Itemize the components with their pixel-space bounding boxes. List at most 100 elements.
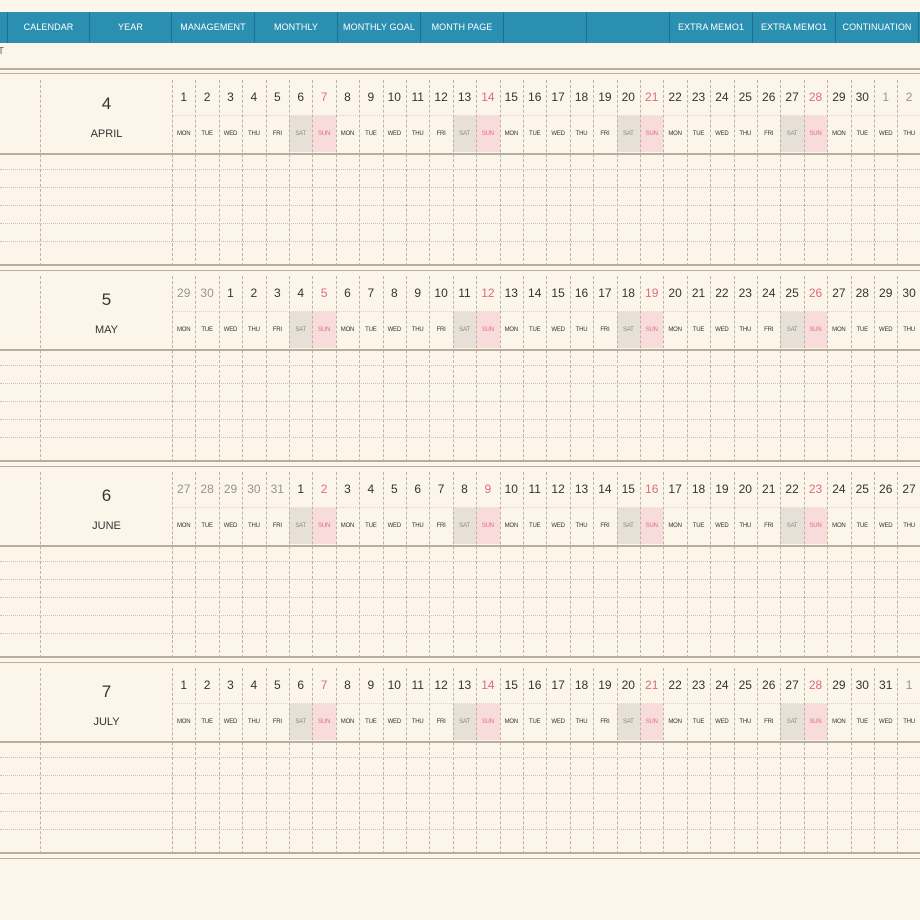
day-column[interactable]: 20 MON [663,276,686,462]
day-column[interactable]: 18 TUE [686,472,710,658]
nav-tab-blank-0[interactable] [0,12,8,43]
day-column[interactable]: 26 FRI [757,80,780,266]
day-column[interactable]: 5 WED [382,472,406,658]
day-column[interactable]: 28 SUN [803,668,828,854]
day-column[interactable]: 11 THU [406,80,429,266]
day-column[interactable]: 18 THU [569,668,593,854]
day-column[interactable]: 25 SAT [780,276,804,462]
nav-tab-extra-memo1-9[interactable]: EXTRA MEMO1 [670,12,753,43]
day-column[interactable]: 3 FRI [265,276,289,462]
day-column[interactable]: 2 TUE [195,80,218,266]
day-column[interactable]: 16 SUN [640,472,664,658]
day-column[interactable]: 2 SUN [312,472,336,658]
day-column[interactable]: 8 MON [335,80,359,266]
nav-tab-year-2[interactable]: YEAR [90,12,172,43]
day-column[interactable]: 17 WED [546,80,569,266]
day-column[interactable]: 17 MON [663,472,686,658]
day-column[interactable]: 3 WED [218,80,242,266]
day-column[interactable]: 23 TUE [686,668,710,854]
day-column[interactable]: 12 FRI [429,668,452,854]
day-column[interactable]: 16 TUE [523,80,546,266]
day-column[interactable]: 23 SUN [803,472,828,658]
day-column[interactable]: 7 FRI [429,472,452,658]
day-column[interactable]: 2 THU [242,276,265,462]
day-column[interactable]: 22 SAT [780,472,804,658]
day-column[interactable]: 28 TUE [195,472,218,658]
day-column[interactable]: 4 TUE [359,472,382,658]
day-column[interactable]: 30 THU [242,472,265,658]
day-column[interactable]: 17 WED [546,668,569,854]
day-column[interactable]: 15 MON [499,80,523,266]
day-column[interactable]: 17 FRI [593,276,616,462]
day-column[interactable]: 15 SAT [616,472,640,658]
day-column[interactable]: 14 TUE [523,276,546,462]
day-column[interactable]: 8 SAT [452,472,477,658]
day-column[interactable]: 9 TUE [359,668,382,854]
day-column[interactable]: 24 MON [827,472,850,658]
day-column[interactable]: 13 MON [499,276,523,462]
nav-tab-management-3[interactable]: MANAGEMENT [172,12,255,43]
day-column[interactable]: 6 MON [335,276,359,462]
day-column[interactable]: 6 SAT [289,80,313,266]
day-column[interactable]: 10 FRI [429,276,452,462]
day-column[interactable]: 20 THU [733,472,757,658]
day-column[interactable]: 7 SUN [312,668,336,854]
day-column[interactable]: 9 TUE [359,80,382,266]
day-column[interactable]: 10 MON [499,472,523,658]
day-column[interactable]: 1 SAT [289,472,313,658]
day-column[interactable]: 5 FRI [265,668,289,854]
day-column[interactable]: 22 MON [663,80,686,266]
day-column[interactable]: 4 THU [242,80,265,266]
day-column[interactable]: 10 WED [382,80,406,266]
day-column[interactable]: 8 MON [335,668,359,854]
day-column[interactable]: 22 WED [710,276,733,462]
day-column[interactable]: 21 SUN [640,80,664,266]
day-column[interactable]: 20 SAT [616,668,640,854]
day-column[interactable]: 30 TUE [850,668,874,854]
day-column[interactable]: 5 SUN [312,276,336,462]
day-column[interactable]: 5 FRI [265,80,289,266]
day-column[interactable]: 4 THU [242,668,265,854]
day-column[interactable]: 8 WED [382,276,406,462]
day-column[interactable]: 16 TUE [523,668,546,854]
day-column[interactable]: 23 THU [733,276,757,462]
day-column[interactable]: 11 THU [406,668,429,854]
day-column[interactable]: 9 THU [406,276,429,462]
nav-tab-extra-memo1-10[interactable]: EXTRA MEMO1 [753,12,836,43]
day-column[interactable]: 30 THU [897,276,920,462]
day-column[interactable]: 1 THU [897,668,920,854]
day-column[interactable]: 21 TUE [686,276,710,462]
day-column[interactable]: 7 TUE [359,276,382,462]
day-column[interactable]: 14 SUN [476,668,500,854]
day-column[interactable]: 26 WED [874,472,897,658]
day-column[interactable]: 16 THU [569,276,593,462]
day-column[interactable]: 29 WED [874,276,897,462]
day-column[interactable]: 15 MON [499,668,523,854]
day-column[interactable]: 4 SAT [289,276,313,462]
day-column[interactable]: 12 FRI [429,80,452,266]
day-column[interactable]: 31 WED [874,668,897,854]
day-column[interactable]: 19 SUN [640,276,664,462]
day-column[interactable]: 21 FRI [757,472,780,658]
day-column[interactable]: 1 WED [218,276,242,462]
day-column[interactable]: 1 MON [172,668,195,854]
day-column[interactable]: 3 MON [335,472,359,658]
day-column[interactable]: 13 THU [569,472,593,658]
day-column[interactable]: 25 THU [733,80,757,266]
day-column[interactable]: 6 THU [406,472,429,658]
nav-tab-month-page-6[interactable]: MONTH PAGE [421,12,504,43]
day-column[interactable]: 7 SUN [312,80,336,266]
day-column[interactable]: 10 WED [382,668,406,854]
day-column[interactable]: 15 WED [546,276,569,462]
day-column[interactable]: 30 TUE [195,276,218,462]
day-column[interactable]: 19 FRI [593,80,616,266]
day-column[interactable]: 27 THU [897,472,920,658]
day-column[interactable]: 3 WED [218,668,242,854]
day-column[interactable]: 22 MON [663,668,686,854]
day-column[interactable]: 18 SAT [616,276,640,462]
day-column[interactable]: 23 TUE [686,80,710,266]
day-column[interactable]: 29 WED [218,472,242,658]
day-column[interactable]: 29 MON [827,668,850,854]
nav-tab-blank-7[interactable] [504,12,587,43]
day-column[interactable]: 18 THU [569,80,593,266]
